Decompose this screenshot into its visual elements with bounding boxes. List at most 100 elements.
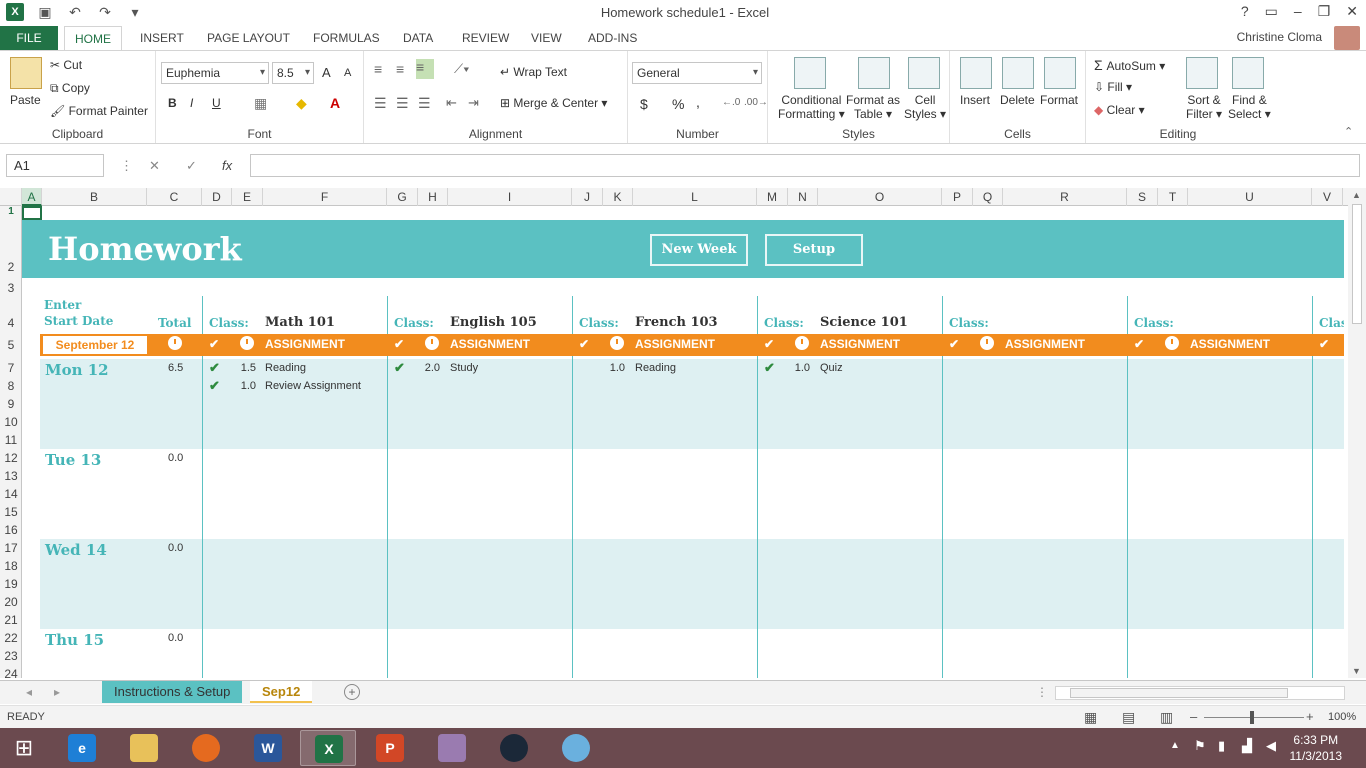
hours-value[interactable]: 1.0 — [597, 362, 625, 374]
italic-button[interactable]: I — [190, 96, 193, 110]
enter-icon[interactable]: ✓ — [186, 158, 197, 174]
row-header[interactable]: 3 — [0, 281, 22, 295]
increase-indent-icon[interactable]: ⇥ — [468, 95, 479, 111]
assignment-text[interactable]: Study — [450, 362, 478, 374]
class-name[interactable]: Math 101 — [265, 315, 335, 330]
column-header[interactable]: G — [387, 188, 418, 206]
sheet-tab-instructions[interactable]: Instructions & Setup — [102, 681, 243, 703]
collapse-ribbon-icon[interactable]: ⌃ — [1344, 125, 1353, 138]
column-header[interactable]: P — [942, 188, 973, 206]
new-week-button[interactable]: New Week — [650, 234, 748, 266]
taskbar-explorer[interactable] — [116, 730, 172, 766]
cancel-icon[interactable]: ✕ — [149, 158, 160, 174]
insert-function-icon[interactable]: fx — [222, 158, 232, 173]
taskbar-firefox[interactable] — [178, 730, 234, 766]
formula-input[interactable] — [250, 154, 1360, 177]
column-header[interactable]: M — [757, 188, 788, 206]
row-header[interactable]: 4 — [0, 316, 22, 330]
conditional-formatting-icon[interactable] — [794, 57, 826, 89]
battery-icon[interactable]: ▮ — [1218, 738, 1225, 754]
column-header[interactable]: K — [603, 188, 633, 206]
decrease-decimal-icon[interactable]: .00→ — [744, 97, 768, 108]
number-format-select[interactable]: General — [632, 62, 762, 84]
tab-insert[interactable]: INSERT — [130, 26, 194, 50]
font-size-select[interactable]: 8.5 — [272, 62, 314, 84]
prev-sheet-icon[interactable]: ◂ — [26, 685, 32, 699]
font-color-icon[interactable]: A — [330, 95, 340, 111]
vertical-scrollbar[interactable]: ▲ ▼ — [1348, 188, 1366, 678]
row-header[interactable]: 12 — [0, 451, 22, 465]
start-icon[interactable]: ⊞ — [10, 734, 38, 762]
taskbar-steam[interactable] — [486, 730, 542, 766]
done-check-icon[interactable]: ✔ — [394, 360, 405, 376]
conditional-formatting-button[interactable]: Conditional Formatting ▾ — [778, 93, 845, 121]
column-header[interactable]: V — [1312, 188, 1343, 206]
worksheet-grid[interactable]: Homework New Week Setup Enter Start Date… — [22, 206, 1344, 678]
user-name[interactable]: Christine Cloma — [1237, 30, 1322, 44]
hours-value[interactable]: 1.0 — [228, 380, 256, 392]
zoom-out-icon[interactable]: – — [1190, 709, 1197, 724]
delete-cells-icon[interactable] — [1002, 57, 1034, 89]
assignment-text[interactable]: Review Assignment — [265, 380, 361, 392]
scroll-thumb[interactable] — [1352, 204, 1362, 324]
save-icon[interactable]: ▣ — [36, 4, 54, 21]
tab-view[interactable]: VIEW — [521, 26, 572, 50]
system-clock[interactable]: 6:33 PM 11/3/2013 — [1290, 732, 1343, 764]
hscroll-thumb[interactable] — [1070, 688, 1288, 698]
assignment-text[interactable]: Reading — [265, 362, 306, 374]
tab-file[interactable]: FILE — [0, 26, 58, 50]
setup-button[interactable]: Setup — [765, 234, 863, 266]
bold-button[interactable]: B — [168, 96, 177, 110]
row-header[interactable]: 22 — [0, 631, 22, 645]
decrease-indent-icon[interactable]: ⇤ — [446, 95, 457, 111]
next-sheet-icon[interactable]: ▸ — [54, 685, 60, 699]
close-icon[interactable]: ✕ — [1346, 3, 1358, 20]
row-header[interactable]: 2 — [0, 260, 22, 274]
row-header[interactable]: 9 — [0, 397, 22, 411]
column-header[interactable]: E — [232, 188, 263, 206]
tab-data[interactable]: DATA — [393, 26, 443, 50]
copy-button[interactable]: ⧉ Copy — [50, 81, 90, 96]
restore-icon[interactable]: ❐ — [1318, 3, 1331, 20]
align-top-icon[interactable]: ≡ — [374, 61, 382, 77]
column-header[interactable]: D — [202, 188, 232, 206]
align-middle-icon[interactable]: ≡ — [396, 61, 404, 77]
avatar[interactable] — [1334, 26, 1360, 50]
tab-add-ins[interactable]: ADD-INS — [578, 26, 647, 50]
align-bottom-icon[interactable]: ≡ — [416, 59, 434, 79]
taskbar-word[interactable]: W — [240, 730, 296, 766]
column-header[interactable]: J — [572, 188, 603, 206]
row-header[interactable]: 1 — [0, 206, 22, 217]
column-header[interactable]: Q — [973, 188, 1003, 206]
row-header[interactable]: 20 — [0, 595, 22, 609]
taskbar-excel[interactable]: X — [300, 730, 356, 766]
format-button[interactable]: Format — [1040, 93, 1078, 107]
row-header[interactable]: 17 — [0, 541, 22, 555]
hours-value[interactable]: 2.0 — [412, 362, 440, 374]
format-as-table-icon[interactable] — [858, 57, 890, 89]
active-cell[interactable] — [22, 206, 42, 220]
undo-icon[interactable]: ↶ — [66, 4, 84, 21]
format-painter-button[interactable]: 🖌 Format Painter — [50, 104, 148, 118]
hours-value[interactable]: 1.5 — [228, 362, 256, 374]
row-header[interactable]: 8 — [0, 379, 22, 393]
zoom-slider-thumb[interactable] — [1250, 711, 1254, 724]
merge-center-button[interactable]: ⊞ Merge & Center ▾ — [500, 96, 607, 110]
comma-button[interactable]: , — [696, 94, 700, 110]
clear-button[interactable]: ◆ Clear ▾ — [1094, 103, 1145, 117]
column-header[interactable]: O — [818, 188, 942, 206]
customize-qat-icon[interactable]: ▾ — [126, 4, 144, 21]
fill-color-icon[interactable]: ◆ — [296, 95, 307, 112]
assignment-text[interactable]: Quiz — [820, 362, 843, 374]
currency-button[interactable]: $ — [640, 96, 648, 112]
borders-icon[interactable]: ▦ — [254, 95, 267, 112]
help-icon[interactable]: ? — [1241, 3, 1249, 20]
split-handle-icon[interactable]: ⋮ — [1036, 685, 1048, 699]
column-header[interactable]: L — [633, 188, 757, 206]
row-header[interactable]: 15 — [0, 505, 22, 519]
select-all-corner[interactable] — [0, 188, 22, 206]
column-header[interactable]: H — [418, 188, 448, 206]
tab-formulas[interactable]: FORMULAS — [303, 26, 390, 50]
column-header[interactable]: C — [147, 188, 202, 206]
done-check-icon[interactable]: ✔ — [209, 378, 220, 394]
